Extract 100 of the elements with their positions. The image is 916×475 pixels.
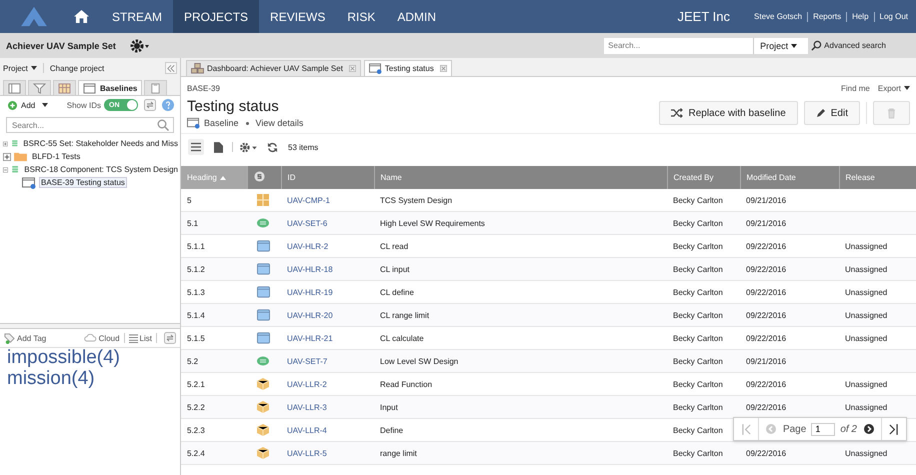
window-icon — [257, 240, 270, 252]
nav-item[interactable]: RISK — [336, 0, 386, 33]
table-cell: Unassigned — [845, 334, 888, 342]
item-id-link[interactable]: UAV-HLR-2 — [287, 242, 328, 250]
view-details-link[interactable]: View details — [256, 118, 304, 128]
table-cell: 5.2.4 — [181, 442, 247, 464]
nav-item[interactable]: REVIEWS — [259, 0, 336, 33]
edit-button[interactable]: Edit — [804, 101, 860, 125]
page-number-field[interactable]: 1 — [811, 422, 836, 436]
collapse-icon[interactable] — [3, 166, 8, 174]
tree-search-field[interactable]: Search... — [6, 117, 174, 133]
sidebar-tab[interactable]: Baselines — [78, 80, 142, 95]
document-tab[interactable]: Dashboard: Achiever UAV Sample Set — [186, 60, 361, 76]
baseline-id: BASE-39 — [187, 84, 220, 92]
column-header[interactable]: Name — [374, 166, 667, 189]
stack-icon — [10, 138, 18, 149]
tree-item[interactable]: BSRC-55 Set: Stakeholder Needs and Miss — [21, 138, 180, 149]
item-id-link[interactable]: UAV-HLR-18 — [287, 264, 333, 274]
box-icon — [257, 424, 269, 436]
sidebar-tab-icon[interactable] — [53, 80, 76, 95]
close-icon[interactable] — [440, 65, 447, 72]
tree-item[interactable]: BLFD-1 Tests — [30, 151, 82, 162]
table-cell: 09/22/2016 — [746, 402, 786, 412]
nav-item[interactable]: PROJECTS — [173, 0, 260, 33]
box-icon — [257, 401, 269, 413]
header-link[interactable]: Log Out — [878, 12, 910, 21]
item-id-link[interactable]: UAV-SET-7 — [287, 356, 328, 366]
table-cell: 09/22/2016 — [746, 288, 786, 296]
logo-icon[interactable] — [20, 6, 48, 28]
advanced-search-link[interactable]: Advanced search — [811, 40, 886, 51]
help-icon[interactable] — [162, 99, 174, 111]
sidebar-tab-icon[interactable] — [3, 80, 26, 95]
search-icon[interactable] — [157, 119, 169, 131]
change-project-link[interactable]: Change project — [50, 64, 104, 72]
last-page-icon[interactable] — [887, 424, 900, 434]
tree-item[interactable]: BSRC-18 Component: TCS System Design — [22, 164, 180, 175]
list-view-icon[interactable] — [188, 139, 204, 155]
add-button[interactable]: Add — [8, 100, 48, 110]
column-header[interactable]: Created By — [667, 166, 740, 189]
table-cell: Becky Carlton — [667, 212, 740, 234]
folder-icon — [14, 151, 27, 162]
replace-button[interactable]: Replace with baseline — [659, 101, 798, 125]
shuffle-icon — [671, 108, 684, 118]
item-id-link[interactable]: UAV-LLR-4 — [287, 426, 327, 434]
table-cell: 09/22/2016 — [746, 242, 786, 250]
find-me-link[interactable]: Find me — [840, 84, 870, 92]
header-link[interactable]: Steve Gotsch — [752, 12, 804, 21]
sidebar-tab-icon[interactable] — [144, 80, 168, 95]
header-link[interactable]: Reports — [811, 12, 844, 21]
show-ids-label: Show IDs — [66, 100, 101, 110]
table-cell: High Level SW Requirements — [374, 212, 667, 234]
swap-icon[interactable] — [164, 332, 176, 344]
item-id-link[interactable]: UAV-HLR-21 — [287, 334, 333, 342]
expand-icon[interactable] — [3, 152, 11, 160]
gear-icon[interactable] — [130, 38, 150, 52]
table-cell: 09/22/2016 — [746, 448, 786, 458]
export-menu[interactable]: Export — [878, 84, 910, 92]
column-header[interactable]: ID — [281, 166, 374, 189]
nav-item[interactable]: ADMIN — [386, 0, 448, 33]
item-id-link[interactable]: UAV-LLR-5 — [287, 448, 327, 458]
table-cell: Unassigned — [845, 242, 888, 250]
item-id-link[interactable]: UAV-CMP-1 — [287, 196, 330, 204]
sidebar-tab-icon[interactable] — [28, 80, 51, 95]
type-column-icon[interactable] — [247, 166, 281, 189]
tag-link[interactable]: impossible(4) — [7, 348, 120, 369]
project-menu[interactable]: Project — [3, 64, 37, 72]
swap-icon[interactable] — [144, 99, 156, 111]
bullet-icon — [246, 122, 249, 124]
table-cell: 09/22/2016 — [746, 380, 786, 388]
add-tag-button[interactable]: Add Tag — [4, 332, 46, 344]
cloud-button[interactable]: Cloud — [84, 334, 120, 342]
table-cell: 09/21/2016 — [746, 196, 786, 204]
cloud-icon — [84, 334, 97, 342]
item-id-link[interactable]: UAV-LLR-2 — [287, 380, 327, 388]
tree-item[interactable]: BASE-39 Testing status — [39, 177, 127, 188]
tag-link[interactable]: mission(4) — [7, 368, 95, 390]
column-header[interactable]: Release — [839, 166, 916, 189]
caret-icon — [30, 66, 37, 70]
column-header[interactable]: Modified Date — [740, 166, 839, 189]
header-link[interactable]: Help — [850, 12, 871, 21]
nav-item[interactable]: STREAM — [101, 0, 174, 33]
close-icon[interactable] — [348, 65, 356, 72]
table-cell: 09/22/2016 — [746, 334, 786, 342]
document-tab[interactable]: Testing status — [364, 60, 452, 76]
item-id-link[interactable]: UAV-HLR-19 — [287, 288, 333, 296]
first-page-icon[interactable] — [740, 424, 753, 434]
table-cell: CL range limit — [374, 304, 667, 326]
table-cell: Unassigned — [845, 380, 888, 388]
collapse-icon[interactable] — [165, 62, 177, 74]
item-id-link[interactable]: UAV-HLR-20 — [287, 310, 333, 320]
next-page-icon[interactable] — [862, 424, 876, 434]
item-id-link[interactable]: UAV-LLR-3 — [287, 402, 327, 412]
table-cell: Unassigned — [845, 264, 888, 274]
scope-dropdown[interactable]: Project — [753, 38, 808, 54]
table-cell: 5.2 — [181, 350, 247, 372]
tag-icon — [4, 332, 15, 344]
item-id-link[interactable]: UAV-SET-6 — [287, 218, 328, 228]
expand-icon[interactable] — [3, 140, 8, 148]
search-field[interactable]: Search... — [604, 38, 754, 54]
list-button[interactable]: List — [128, 334, 152, 342]
